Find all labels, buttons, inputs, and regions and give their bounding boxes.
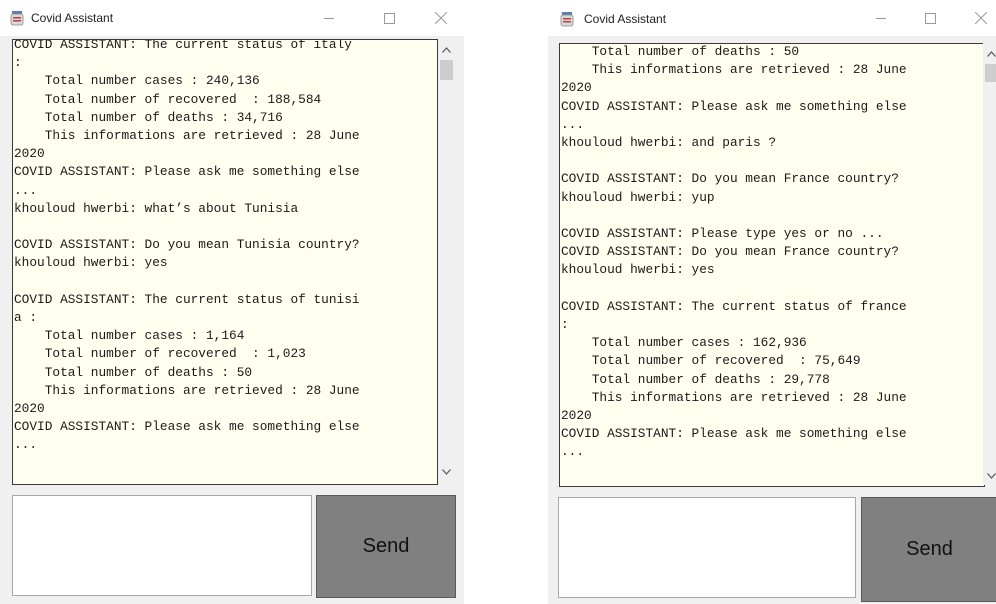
chat-line: Total number cases : 240,136 [14,73,260,89]
chat-line: khouloud hwerbi: and paris ? [561,135,777,151]
window-title: Covid Assistant [584,12,667,26]
maximize-icon [924,12,936,24]
send-button[interactable]: Send [861,497,996,602]
chat-log[interactable]: COVID ASSISTANT: The current status of i… [12,39,438,485]
maximize-icon [383,12,395,24]
send-button[interactable]: Send [316,495,456,598]
chat-line: COVID ASSISTANT: Please type yes or no .… [561,226,884,242]
chat-line: khouloud hwerbi: yes [14,255,168,271]
close-button[interactable] [958,4,996,32]
chat-line: a : [14,310,38,326]
chat-line: Total number of recovered : 1,023 [14,346,306,362]
chat-line: khouloud hwerbi: what’s about Tunisia [14,200,299,216]
scroll-thumb[interactable] [440,60,453,80]
chat-line: COVID ASSISTANT: Please ask me something… [561,98,907,114]
chat-line: 2020 [561,408,592,424]
chat-line: ... [561,116,585,132]
chat-line: Total number cases : 1,164 [14,328,245,344]
minimize-icon [876,18,886,19]
chat-line: COVID ASSISTANT: Please ask me something… [14,419,360,435]
chat-line: ... [14,182,38,198]
minimize-icon [324,18,334,19]
close-icon [435,12,447,24]
send-button-label: Send [906,538,953,560]
chevron-up-icon [987,50,996,57]
chat-scrollbar[interactable] [983,43,996,485]
message-input[interactable] [12,495,312,596]
scroll-down-button[interactable] [983,467,996,484]
chat-line: khouloud hwerbi: yup [561,189,715,205]
chat-scrollbar[interactable] [438,39,455,483]
chat-log[interactable]: Total number of deaths : 50 This informa… [559,43,985,487]
chat-line: Total number cases : 162,936 [561,335,807,351]
chat-line: khouloud hwerbi: yes [561,262,715,278]
chat-line: COVID ASSISTANT: Please ask me something… [561,426,907,442]
title-bar[interactable]: Covid Assistant [0,0,464,36]
chat-line: COVID ASSISTANT: Do you mean France coun… [561,244,899,260]
send-button-label: Send [362,535,410,557]
scroll-down-button[interactable] [438,463,455,480]
close-button[interactable] [418,4,464,32]
scroll-up-button[interactable] [983,45,996,62]
window-title: Covid Assistant [31,11,114,25]
chat-line: Total number of deaths : 34,716 [14,109,283,125]
chat-line: Total number of deaths : 50 [14,364,253,380]
chat-line: This informations are retrieved : 28 Jun… [14,128,360,144]
chat-line: ... [14,437,38,453]
close-icon [975,12,987,24]
chat-line: COVID ASSISTANT: The current status of f… [561,298,907,314]
chat-line: Total number of deaths : 29,778 [561,371,830,387]
chat-line: Total number of recovered : 75,649 [561,353,861,369]
maximize-button[interactable] [907,4,953,32]
chat-line: COVID ASSISTANT: Do you mean Tunisia cou… [14,237,360,253]
scroll-thumb[interactable] [985,64,996,82]
chat-line: This informations are retrieved : 28 Jun… [561,62,907,78]
chat-line: COVID ASSISTANT: Do you mean France coun… [561,171,899,187]
app-icon [10,11,24,26]
chat-line: Total number of recovered : 188,584 [14,91,322,107]
chevron-down-icon [987,472,996,479]
chat-line: This informations are retrieved : 28 Jun… [14,382,360,398]
minimize-button[interactable] [858,4,904,32]
chat-line: 2020 [14,401,45,417]
chat-line: ... [561,444,585,460]
chat-line: : [14,55,22,71]
chat-transcript: COVID ASSISTANT: The current status of i… [14,39,360,455]
title-bar[interactable]: Covid Assistant [548,0,996,36]
maximize-button[interactable] [366,4,412,32]
chat-line: 2020 [561,80,592,96]
chat-line: COVID ASSISTANT: The current status of t… [14,291,360,307]
chat-line: This informations are retrieved : 28 Jun… [561,389,907,405]
chat-line: Total number of deaths : 50 [561,44,800,59]
chat-line: COVID ASSISTANT: Please ask me something… [14,164,360,180]
covid-assistant-window-2: Covid Assistant Total number of deaths :… [548,0,996,604]
chat-line: 2020 [14,146,45,162]
chat-transcript: Total number of deaths : 50 This informa… [561,44,907,462]
chevron-up-icon [442,46,451,53]
message-input[interactable] [558,497,856,598]
chevron-down-icon [442,468,451,475]
covid-assistant-window-1: Covid Assistant COVID ASSISTANT: The cur… [0,0,464,604]
app-icon [560,12,574,27]
scroll-up-button[interactable] [438,41,455,58]
chat-line: : [561,317,569,333]
chat-line: COVID ASSISTANT: The current status of i… [14,39,352,52]
minimize-button[interactable] [306,4,352,32]
